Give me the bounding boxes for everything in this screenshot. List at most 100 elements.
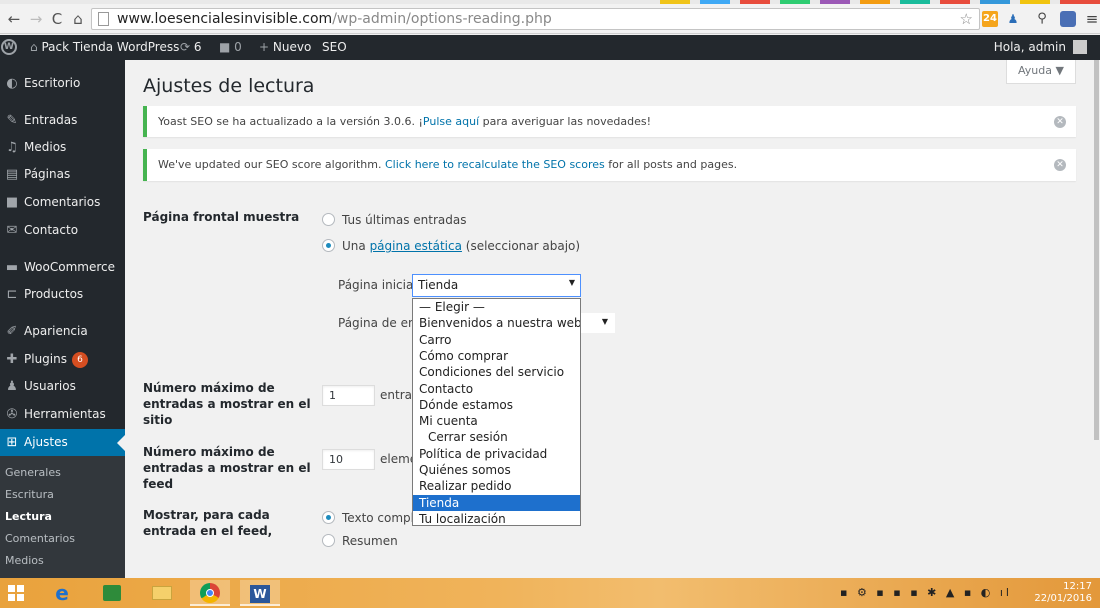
home-page-select[interactable]: Tienda ▼ bbox=[412, 274, 581, 297]
sidebar-item-comentarios[interactable]: ■ Comentarios bbox=[0, 189, 125, 216]
posts-page-select[interactable]: ▼ bbox=[575, 313, 615, 333]
dismiss-icon[interactable]: ✕ bbox=[1054, 159, 1066, 171]
dropdown-option[interactable]: Dónde estamos bbox=[413, 397, 580, 413]
wordpress-logo-icon[interactable]: W bbox=[1, 39, 17, 55]
dropdown-option-selected[interactable]: Tienda bbox=[413, 494, 580, 511]
dropdown-option[interactable]: Quiénes somos bbox=[413, 462, 580, 478]
submenu-lectura[interactable]: Lectura bbox=[5, 506, 52, 528]
sidebar-item-escritorio[interactable]: ◐ Escritorio bbox=[0, 70, 125, 97]
comments-link[interactable]: ■ 0 bbox=[219, 35, 242, 60]
comment-bubble-icon: ■ bbox=[219, 40, 231, 54]
radio-button-checked[interactable] bbox=[322, 511, 335, 524]
comment-icon: ■ bbox=[5, 195, 19, 210]
avatar[interactable] bbox=[1073, 40, 1087, 54]
home-icon: ⌂ bbox=[30, 40, 38, 54]
admin-sidebar: ◐ Escritorio ✎ Entradas ♫ Medios ▤ Págin… bbox=[0, 60, 125, 578]
page-scrollbar[interactable] bbox=[1093, 60, 1100, 578]
current-menu-arrow bbox=[117, 435, 125, 451]
back-arrow-icon[interactable]: ← bbox=[4, 9, 24, 29]
seo-menu-link[interactable]: SEO bbox=[322, 35, 347, 60]
updates-link[interactable]: ⟳ 6 bbox=[180, 35, 202, 60]
blog-pages-label: Número máximo de entradas a mostrar en e… bbox=[143, 381, 311, 427]
seo-score-notice: We've updated our SEO score algorithm. C… bbox=[143, 149, 1076, 181]
extension-mail-icon[interactable] bbox=[1060, 11, 1076, 27]
radio-button[interactable] bbox=[322, 534, 335, 547]
new-content-link[interactable]: + Nuevo bbox=[259, 35, 311, 60]
file-explorer-icon[interactable] bbox=[142, 580, 182, 606]
blog-pages-input[interactable]: 1 bbox=[322, 385, 375, 406]
windows-start-icon[interactable] bbox=[8, 585, 24, 601]
site-name-link[interactable]: ⌂ Pack Tienda WordPress bbox=[30, 35, 179, 60]
dropdown-option[interactable]: Política de privacidad bbox=[413, 446, 580, 462]
cart-icon: ⊏ bbox=[6, 287, 18, 302]
dropdown-option[interactable]: Mi cuenta bbox=[413, 413, 580, 429]
sidebar-item-apariencia[interactable]: ✐ Apariencia bbox=[0, 318, 125, 345]
dropdown-option[interactable]: — Elegir — bbox=[413, 299, 580, 315]
scrollbar-thumb[interactable] bbox=[1094, 60, 1099, 440]
dropdown-option[interactable]: Contacto bbox=[413, 381, 580, 397]
windows-taskbar: e W ▪ ⚙ ▪ ▪ ▪ ✱ ▲ ▪ ◐ ıl 12:17 22/01/201… bbox=[0, 578, 1100, 608]
dropdown-option[interactable]: Carro bbox=[413, 332, 580, 348]
pin-icon: ✎ bbox=[6, 113, 18, 128]
sidebar-item-plugins[interactable]: ✚ Plugins 6 bbox=[0, 346, 125, 373]
dropdown-option[interactable]: Bienvenidos a nuestra web bbox=[413, 315, 580, 331]
taskbar-clock[interactable]: 12:17 22/01/2016 bbox=[1034, 581, 1092, 605]
sidebar-item-contacto[interactable]: ✉ Contacto bbox=[0, 217, 125, 244]
home-icon[interactable]: ⌂ bbox=[68, 9, 88, 29]
submenu-medios[interactable]: Medios bbox=[5, 550, 44, 572]
submenu-generales[interactable]: Generales bbox=[5, 462, 61, 484]
internet-explorer-icon[interactable]: e bbox=[42, 580, 82, 606]
feed-posts-input[interactable]: 10 bbox=[322, 449, 375, 470]
radio-button[interactable] bbox=[322, 213, 335, 226]
pages-icon: ▤ bbox=[5, 167, 19, 182]
extension-24-icon[interactable]: 24 bbox=[982, 11, 998, 27]
settings-icon: ⊞ bbox=[6, 435, 18, 450]
radio-button-checked[interactable] bbox=[322, 239, 335, 252]
recalculate-seo-link[interactable]: Click here to recalculate the SEO scores bbox=[385, 158, 605, 171]
dismiss-icon[interactable]: ✕ bbox=[1054, 115, 1066, 128]
help-tab-button[interactable]: Ayuda ▼ bbox=[1006, 60, 1076, 84]
dropdown-arrow-icon: ▼ bbox=[568, 278, 575, 287]
mail-icon: ✉ bbox=[6, 223, 18, 238]
feed-posts-label: Número máximo de entradas a mostrar en e… bbox=[143, 445, 311, 491]
sidebar-item-entradas[interactable]: ✎ Entradas bbox=[0, 107, 125, 134]
users-icon: ♟ bbox=[6, 379, 18, 394]
dropdown-option[interactable]: Cómo comprar bbox=[413, 348, 580, 364]
forward-arrow-icon[interactable]: → bbox=[26, 9, 46, 29]
home-page-dropdown-list: — Elegir — Bienvenidos a nuestra web Car… bbox=[412, 298, 581, 526]
yoast-update-notice: Yoast SEO se ha actualizado a la versión… bbox=[143, 106, 1076, 137]
dropdown-option[interactable]: Condiciones del servicio bbox=[413, 364, 580, 380]
address-bar[interactable]: www.loesencialesinvisible.com/wp-admin/o… bbox=[91, 8, 980, 30]
chrome-icon[interactable] bbox=[190, 580, 230, 606]
word-icon[interactable]: W bbox=[240, 580, 280, 606]
zoom-icon[interactable]: ⚲ bbox=[1034, 11, 1050, 27]
reload-icon[interactable]: C bbox=[47, 9, 67, 29]
browser-menu-icon[interactable]: ≡ bbox=[1085, 11, 1099, 27]
submenu-comentarios[interactable]: Comentarios bbox=[5, 528, 75, 550]
dashboard-icon: ◐ bbox=[6, 76, 18, 91]
sidebar-item-herramientas[interactable]: ✇ Herramientas bbox=[0, 401, 125, 428]
yoast-notice-link[interactable]: Pulse aquí bbox=[423, 115, 479, 128]
sidebar-item-ajustes[interactable]: ⊞ Ajustes bbox=[0, 429, 125, 456]
sidebar-item-paginas[interactable]: ▤ Páginas bbox=[0, 161, 125, 188]
sidebar-item-medios[interactable]: ♫ Medios bbox=[0, 134, 125, 161]
dropdown-option[interactable]: Cerrar sesión bbox=[413, 429, 580, 445]
sidebar-item-productos[interactable]: ⊏ Productos bbox=[0, 281, 125, 308]
system-tray-icons[interactable]: ▪ ⚙ ▪ ▪ ▪ ✱ ▲ ▪ ◐ ıl bbox=[840, 586, 1012, 600]
bookmark-star-icon[interactable]: ☆ bbox=[960, 10, 973, 28]
plugin-update-badge: 6 bbox=[71, 352, 88, 368]
extension-person-icon[interactable]: ♟ bbox=[1006, 11, 1020, 27]
sidebar-item-woocommerce[interactable]: ▬ WooCommerce bbox=[0, 254, 125, 281]
static-page-link[interactable]: página estática bbox=[370, 239, 462, 253]
front-page-label: Página frontal muestra bbox=[143, 210, 300, 224]
dropdown-arrow-icon: ▼ bbox=[601, 317, 608, 326]
dropdown-option[interactable]: Realizar pedido bbox=[413, 478, 580, 494]
submenu-escritura[interactable]: Escritura bbox=[5, 484, 54, 506]
dropdown-option[interactable]: Tu localización bbox=[413, 511, 580, 525]
store-icon[interactable] bbox=[92, 580, 132, 606]
plugin-icon: ✚ bbox=[6, 352, 18, 367]
plus-icon: + bbox=[259, 40, 270, 54]
account-greeting[interactable]: Hola, admin bbox=[994, 35, 1066, 60]
sidebar-item-usuarios[interactable]: ♟ Usuarios bbox=[0, 373, 125, 400]
updates-icon: ⟳ bbox=[180, 40, 191, 54]
